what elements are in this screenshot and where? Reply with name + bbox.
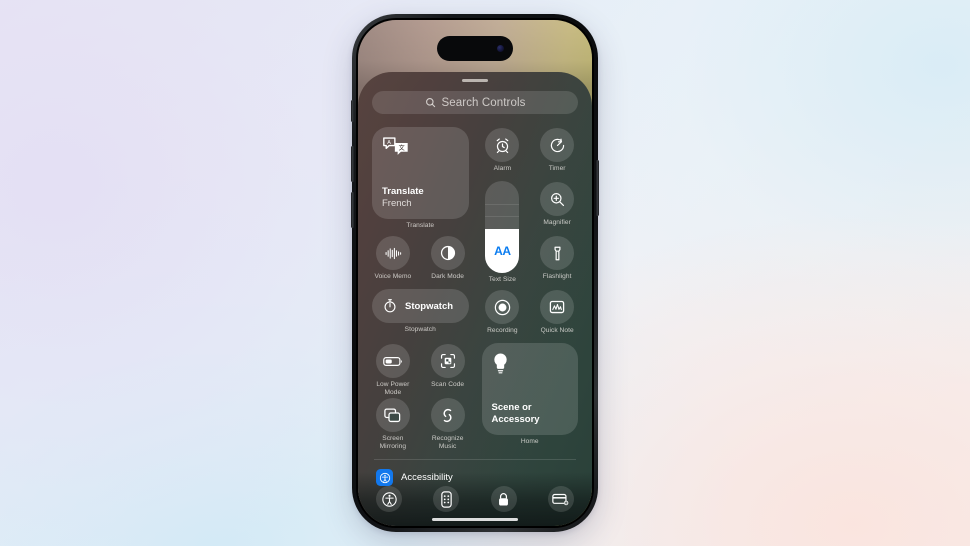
control-timer[interactable]: Timer [536,127,578,181]
svg-text:文: 文 [399,144,405,152]
lightbulb-icon [492,352,569,375]
scene-accessory-tile[interactable]: Scene or Accessory [481,343,578,436]
phone-device: Search Controls A 文 Translate French Tra… [351,14,599,532]
action-button[interactable] [351,100,354,122]
lock-icon[interactable] [490,486,517,512]
control-label: Timer [548,165,566,173]
control-label: Scan Code [431,381,465,389]
search-placeholder: Search Controls [441,96,526,109]
alarm-clock-icon[interactable] [485,128,520,163]
control-label: Screen Mirroring [379,435,407,450]
home-indicator[interactable] [432,517,518,521]
control-text-size[interactable]: AA Text Size [482,181,524,289]
front-camera-icon [497,45,504,52]
text-size-label: Text Size [488,276,516,284]
control-label: Dark Mode [431,273,464,281]
control-label: Flashlight [542,273,572,281]
phone-bezel: Search Controls A 文 Translate French Tra… [356,18,594,528]
text-size-slider-fill: AA [485,229,520,274]
control-center-panel: Search Controls A 文 Translate French Tra… [358,72,592,526]
magnifier-icon[interactable] [540,182,575,217]
accessibility-badge-icon [376,469,393,486]
control-scene-or-accessory[interactable]: Scene or Accessory Home [481,343,578,451]
controls-grid: A 文 Translate French Translate Alarm Tim… [372,127,578,451]
waveform-icon[interactable] [375,236,410,271]
tv-remote-icon[interactable] [433,486,460,512]
control-stopwatch[interactable]: Stopwatch Stopwatch [372,289,469,343]
control-alarm[interactable]: Alarm [482,127,524,181]
control-voice-memo[interactable]: Voice Memo [372,235,414,289]
accessibility-label: Accessibility [401,472,453,483]
control-translate[interactable]: A 文 Translate French Translate [372,127,469,235]
power-button[interactable] [596,160,599,216]
text-size-slider[interactable]: AA [485,181,520,274]
control-label: Quick Note [540,327,574,335]
qr-scan-icon[interactable] [430,344,465,379]
shazam-icon[interactable] [430,398,465,433]
translate-bubbles-icon: A 文 [382,136,459,158]
phone-screen: Search Controls A 文 Translate French Tra… [358,20,592,526]
search-icon [425,97,436,108]
translate-tile[interactable]: A 文 Translate French [372,127,469,220]
scene-caption: Home [520,438,539,446]
svg-text:A: A [387,140,391,146]
stopwatch-caption: Stopwatch [404,326,436,334]
stopwatch-label: Stopwatch [405,300,454,312]
control-screen-mirroring[interactable]: Screen Mirroring [372,397,414,451]
volume-down-button[interactable] [351,192,354,228]
battery-low-icon[interactable] [375,344,410,379]
volume-up-button[interactable] [351,146,354,182]
control-recognize-music[interactable]: Recognize Music [427,397,469,451]
screen-mirroring-icon[interactable] [375,398,410,433]
accessibility-person-icon[interactable] [376,486,402,512]
stopwatch-tile[interactable]: Stopwatch [372,289,469,324]
control-scan-code[interactable]: Scan Code [427,343,469,397]
search-input[interactable]: Search Controls [372,90,578,115]
control-label: Alarm [493,165,512,173]
flashlight-icon[interactable] [540,236,575,271]
wallet-card-icon[interactable] [547,486,574,512]
control-flashlight[interactable]: Flashlight [536,235,578,289]
dynamic-island [437,36,513,61]
dark-mode-circle-icon[interactable] [430,236,465,271]
control-magnifier[interactable]: Magnifier [536,181,578,235]
timer-icon[interactable] [540,128,575,163]
control-recording[interactable]: Recording [482,289,524,343]
quick-note-icon[interactable] [540,290,575,325]
control-label: Low Power Mode [376,381,410,396]
translate-title: Translate [382,186,424,198]
control-quick-note[interactable]: Quick Note [536,289,578,343]
drag-handle[interactable] [462,79,488,82]
scene-title: Scene or Accessory [491,401,540,426]
control-label: Voice Memo [374,273,412,281]
accessibility-row[interactable]: Accessibility [372,460,578,486]
screen-record-icon[interactable] [485,290,520,325]
stopwatch-icon [382,298,398,314]
control-label: Recognize Music [431,435,464,450]
translate-caption: Translate [406,222,435,230]
control-low-power-mode[interactable]: Low Power Mode [372,343,414,397]
control-label: Recording [487,327,518,335]
control-dark-mode[interactable]: Dark Mode [427,235,469,289]
text-size-glyph: AA [494,244,511,259]
translate-subtitle: French [382,198,412,210]
control-label: Magnifier [543,219,571,227]
